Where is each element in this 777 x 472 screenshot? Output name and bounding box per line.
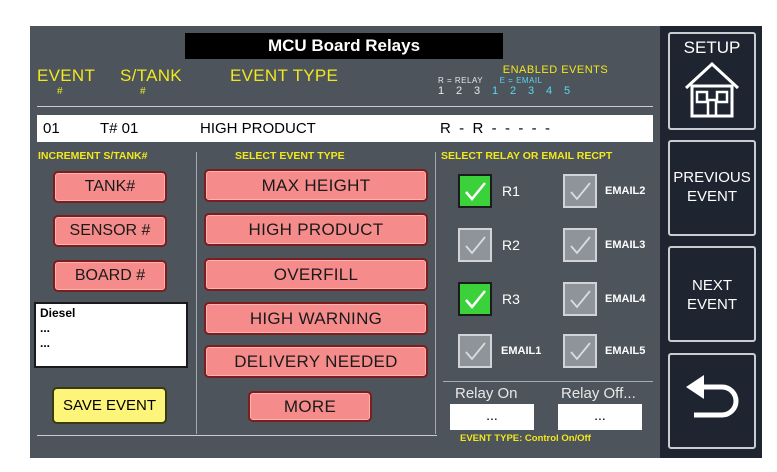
event-status: R - R - - - - -: [440, 120, 550, 137]
back-button[interactable]: [668, 353, 756, 449]
divider: [443, 381, 653, 382]
event-type-button[interactable]: OVERFILL: [204, 258, 428, 291]
relay-num: 1: [438, 85, 445, 97]
check-icon: [570, 342, 591, 361]
email-num: 3: [528, 85, 535, 97]
enabled-events-legend: ENABLED EVENTS R = RELAY E = EMAIL 12312…: [438, 64, 653, 97]
header-stank: S/TANK: [120, 66, 182, 85]
check-icon: [465, 236, 486, 255]
column-divider: [435, 152, 436, 434]
email-legend: E = EMAIL: [499, 76, 543, 85]
relay-num: 3: [474, 85, 481, 97]
email-num: 5: [564, 85, 571, 97]
email-5-label: EMAIL5: [605, 345, 646, 357]
check-icon: [465, 290, 486, 309]
check-icon: [570, 236, 591, 255]
email-5-checkbox[interactable]: [563, 334, 597, 368]
main-panel: MCU Board Relays EVENT # S/TANK # EVENT …: [30, 26, 660, 458]
header-event-type: EVENT TYPE: [230, 66, 339, 85]
relay-off-label: Relay Off...: [561, 385, 636, 402]
previous-label: EVENT: [686, 188, 737, 205]
home-icon: [684, 61, 740, 118]
event-number: 01: [43, 120, 60, 137]
event-row[interactable]: 01 T# 01 HIGH PRODUCT R - R - - - - -: [37, 115, 653, 142]
header-event: EVENT: [37, 66, 96, 85]
relay-on-label: Relay On: [455, 385, 518, 402]
relay-on-field[interactable]: ...: [450, 404, 534, 430]
tank-description-field[interactable]: Diesel ... ...: [34, 302, 188, 368]
email-num: 1: [492, 85, 499, 97]
legend-line: R = RELAY E = EMAIL: [438, 76, 653, 85]
mcu-screen: MCU Board Relays EVENT # S/TANK # EVENT …: [30, 26, 762, 458]
next-label: EVENT: [686, 296, 737, 313]
event-type-button[interactable]: MAX HEIGHT: [204, 169, 428, 202]
check-icon: [465, 342, 486, 361]
setup-button[interactable]: SETUP: [668, 32, 756, 130]
save-event-button[interactable]: SAVE EVENT: [52, 387, 167, 424]
email-4-checkbox[interactable]: [563, 282, 597, 316]
event-type-button[interactable]: HIGH PRODUCT: [204, 213, 428, 246]
next-label: NEXT: [691, 277, 732, 294]
header-stank-sub: #: [140, 86, 146, 97]
notes-line: ...: [40, 336, 51, 350]
more-button[interactable]: MORE: [248, 391, 372, 422]
divider: [37, 435, 437, 436]
email-num: 2: [510, 85, 517, 97]
email-num: 4: [546, 85, 553, 97]
event-type-title: SELECT EVENT TYPE: [235, 150, 345, 162]
previous-label: PREVIOUS: [673, 169, 751, 186]
setup-label: SETUP: [683, 38, 741, 57]
enabled-numbers: 12312345: [438, 85, 653, 97]
email-1-label: EMAIL1: [501, 345, 542, 357]
check-icon: [570, 290, 591, 309]
sensor-button[interactable]: SENSOR #: [53, 215, 167, 247]
event-type-button[interactable]: DELIVERY NEEDED: [204, 345, 428, 378]
event-type-button[interactable]: HIGH WARNING: [204, 302, 428, 335]
check-icon: [570, 182, 591, 201]
tank-button[interactable]: TANK#: [53, 171, 167, 203]
relay-3-checkbox[interactable]: [458, 282, 492, 316]
column-divider: [196, 152, 197, 434]
board-button[interactable]: BOARD #: [53, 260, 167, 292]
divider: [37, 106, 653, 107]
relay-2-checkbox[interactable]: [458, 228, 492, 262]
back-arrow-icon: [686, 375, 739, 418]
email-3-label: EMAIL3: [605, 239, 646, 251]
email-1-checkbox[interactable]: [458, 334, 492, 368]
enabled-events-title: ENABLED EVENTS: [502, 64, 609, 76]
relay-2-label: R2: [502, 237, 520, 253]
previous-event-button[interactable]: PREVIOUS EVENT: [668, 140, 756, 236]
notes-line: Diesel: [40, 306, 76, 320]
increment-title: INCREMENT S/TANK#: [38, 150, 148, 162]
event-type-value: HIGH PRODUCT: [200, 120, 316, 137]
relay-legend: R = RELAY: [438, 76, 483, 85]
relay-1-checkbox[interactable]: [458, 174, 492, 208]
relay-num: 2: [456, 85, 463, 97]
email-2-checkbox[interactable]: [563, 174, 597, 208]
page-title: MCU Board Relays: [185, 33, 503, 59]
email-4-label: EMAIL4: [605, 293, 646, 305]
notes-line: ...: [40, 321, 51, 335]
event-tank: T# 01: [100, 120, 139, 137]
relay-1-label: R1: [502, 183, 520, 199]
relay-off-field[interactable]: ...: [558, 404, 642, 430]
check-icon: [465, 182, 486, 201]
relay-section-title: SELECT RELAY OR EMAIL RECPT: [441, 150, 613, 162]
email-2-label: EMAIL2: [605, 185, 646, 197]
email-3-checkbox[interactable]: [563, 228, 597, 262]
relay-3-label: R3: [502, 291, 520, 307]
header-event-sub: #: [57, 86, 63, 97]
next-event-button[interactable]: NEXT EVENT: [668, 246, 756, 342]
event-type-footer: EVENT TYPE: Control On/Off: [460, 433, 591, 444]
